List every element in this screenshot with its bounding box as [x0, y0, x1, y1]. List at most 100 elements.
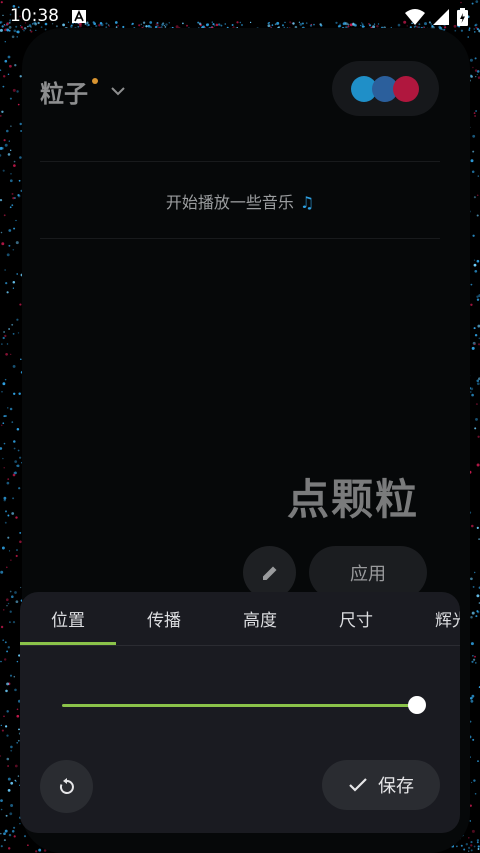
- new-indicator-dot: [92, 78, 98, 84]
- particle-dot: [472, 658, 476, 661]
- particle-dot: [4, 521, 7, 524]
- particle-dot: [472, 150, 475, 153]
- particle-dot: [476, 463, 480, 467]
- particle-dot: [8, 328, 10, 330]
- particle-dot: [474, 269, 478, 273]
- particle-dot: [471, 170, 475, 174]
- particle-dot: [472, 738, 475, 741]
- particle-dot: [0, 755, 2, 757]
- pencil-icon: [262, 566, 276, 580]
- position-slider-thumb[interactable]: [408, 696, 426, 714]
- particle-dot: [18, 392, 21, 396]
- particle-dot: [12, 287, 15, 289]
- reset-button[interactable]: [40, 760, 93, 813]
- particle-dot: [468, 837, 470, 839]
- particle-dot: [2, 85, 5, 88]
- particle-dot: [9, 407, 13, 411]
- particle-dot: [12, 332, 15, 335]
- particle-dot: [0, 69, 2, 71]
- particle-dot: [11, 595, 14, 598]
- particle-dot: [13, 227, 16, 230]
- particle-dot: [6, 598, 9, 601]
- particle-dot: [3, 139, 6, 142]
- particle-dot: [456, 845, 458, 848]
- particle-dot: [465, 843, 468, 846]
- particle-dot: [13, 826, 16, 829]
- particle-dot: [4, 378, 7, 381]
- particle-dot: [9, 590, 12, 593]
- particle-dot: [38, 848, 42, 852]
- tab-height[interactable]: 高度: [212, 606, 308, 631]
- particle-dot: [474, 427, 477, 430]
- particle-dot: [15, 219, 17, 222]
- particle-dot: [474, 115, 477, 117]
- particle-dot: [3, 496, 7, 500]
- particle-dot: [476, 839, 480, 842]
- tab-position[interactable]: 位置: [20, 606, 116, 631]
- particle-dot: [6, 710, 9, 713]
- particle-dot: [467, 846, 471, 850]
- particle-dot: [11, 323, 14, 326]
- particle-dot: [10, 353, 12, 356]
- particle-dot: [7, 602, 10, 605]
- particle-dot: [474, 662, 477, 664]
- particle-dot: [16, 714, 20, 718]
- particle-dot: [10, 149, 12, 151]
- particle-dot: [470, 303, 473, 306]
- particle-dot: [475, 75, 477, 78]
- particle-dot: [475, 110, 478, 112]
- particle-dot: [0, 660, 2, 663]
- particle-dot: [11, 512, 15, 515]
- particle-dot: [473, 263, 477, 267]
- particle-dot: [7, 765, 10, 767]
- particle-dot: [471, 660, 474, 663]
- particle-dot: [4, 59, 8, 63]
- tab-size[interactable]: 尺寸: [308, 606, 404, 631]
- particle-dot: [477, 175, 480, 177]
- particle-dot: [9, 179, 13, 183]
- particle-dot: [472, 585, 475, 588]
- particle-dot: [14, 779, 16, 782]
- particle-dot: [13, 164, 16, 167]
- particle-dot: [477, 760, 479, 762]
- particle-dot: [8, 140, 10, 142]
- save-button[interactable]: 保存: [322, 760, 440, 810]
- particle-dot: [4, 829, 8, 833]
- tab-glow[interactable]: 辉光: [404, 606, 460, 631]
- particle-dot: [16, 273, 19, 275]
- particle-dot: [2, 457, 4, 460]
- particle-dot: [4, 143, 8, 147]
- tab-spread[interactable]: 传播: [116, 606, 212, 631]
- particle-dot: [9, 621, 11, 623]
- particle-dot: [16, 428, 20, 431]
- particle-dot: [5, 510, 7, 513]
- particle-dot: [471, 346, 475, 350]
- particle-dot: [8, 229, 12, 232]
- particle-dot: [3, 839, 6, 842]
- particle-dot: [469, 804, 472, 807]
- particle-dot: [473, 259, 476, 261]
- particle-dot: [9, 64, 12, 68]
- music-note-icon: ♫: [299, 193, 315, 212]
- position-slider-track[interactable]: [62, 704, 418, 707]
- particle-dot: [9, 610, 12, 613]
- particle-dot: [9, 97, 12, 100]
- particle-dot: [0, 724, 2, 727]
- particle-dot: [13, 675, 16, 678]
- particle-dot: [477, 435, 480, 438]
- particle-dot: [0, 154, 2, 157]
- color-theme-selector[interactable]: [332, 61, 439, 116]
- particle-mode-title[interactable]: 粒子: [40, 74, 88, 109]
- particle-dot: [16, 36, 18, 38]
- particle-dot: [13, 835, 16, 838]
- particle-dot: [11, 830, 15, 833]
- particle-dot: [6, 343, 9, 345]
- particle-dot: [12, 88, 16, 92]
- particle-dot: [4, 725, 8, 728]
- chevron-down-icon[interactable]: [110, 86, 126, 96]
- particle-dot: [7, 55, 11, 59]
- particle-dot: [7, 789, 11, 792]
- particle-dot: [3, 715, 5, 718]
- particle-dot: [0, 114, 2, 117]
- particle-dot: [10, 781, 14, 785]
